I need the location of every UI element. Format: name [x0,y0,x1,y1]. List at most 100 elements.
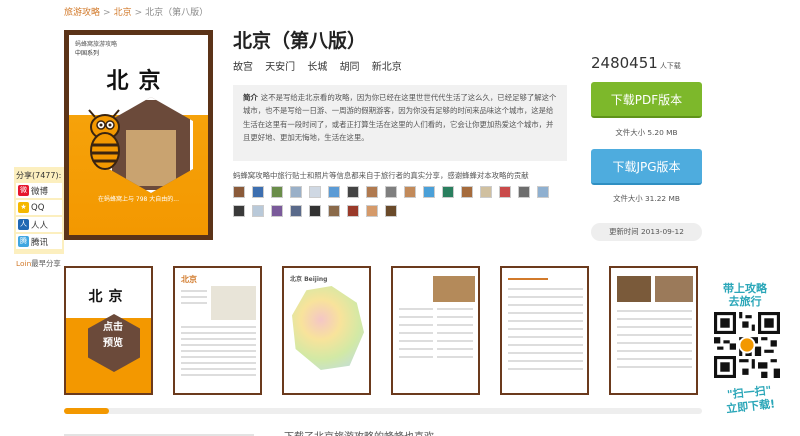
tag-item[interactable]: 新北京 [372,62,402,73]
preview-thumbnail[interactable] [391,266,480,395]
update-date-badge: 更新时间 2013-09-12 [591,223,702,241]
text-line [181,368,256,370]
avatar[interactable] [385,205,397,217]
text-line [399,356,433,358]
avatar[interactable] [271,186,283,198]
thumbnail-photo [655,276,693,302]
preview-thumbnail[interactable] [500,266,589,395]
text-line [399,324,433,326]
tag-item[interactable]: 长城 [307,62,327,73]
tag-item[interactable]: 胡同 [340,62,360,73]
share-weibo-button[interactable]: 微微博 [16,183,62,198]
avatar[interactable] [366,186,378,198]
avatar[interactable] [233,186,245,198]
avatar[interactable] [252,186,264,198]
avatar[interactable] [271,205,283,217]
share-title: 分享(7477): [16,171,62,180]
share-item-label: 微博 [31,186,49,197]
avatar[interactable] [309,205,321,217]
text-line [617,358,692,360]
share-panel: 分享(7477): 微微博 ★ QQ 人人人 腾腾讯 [14,167,64,254]
text-line [181,290,207,292]
download-count: 2480451 人下载 [591,54,681,72]
avatar[interactable] [442,186,454,198]
avatar[interactable] [404,186,416,198]
text-line [508,368,583,370]
text-line [508,336,583,338]
text-line [617,318,692,320]
summary-label: 简介 [243,93,258,102]
breadcrumb-separator: > [134,8,143,18]
avatar[interactable] [385,186,397,198]
avatar[interactable] [252,205,264,217]
text-line [617,342,692,344]
tag-item[interactable]: 故宫 [233,62,253,73]
avatar[interactable] [347,205,359,217]
qzone-icon: ★ [18,202,29,213]
text-line [181,362,256,364]
avatar[interactable] [366,205,378,217]
tag-item[interactable]: 天安门 [265,62,295,73]
text-line [617,366,692,368]
avatar[interactable] [290,205,302,217]
text-line [508,344,583,346]
avatar[interactable] [328,205,340,217]
avatar[interactable] [461,186,473,198]
text-line [437,348,473,350]
preview-thumbnail[interactable] [609,266,698,395]
thumbnail-photo [433,276,475,302]
share-renren-button[interactable]: 人人人 [16,217,62,232]
avatar[interactable] [309,186,321,198]
thumbnail-district-map [292,286,364,370]
preview-thumbnail[interactable]: 北京 [173,266,262,395]
preview-thumbnail[interactable]: 北京 Beijing [282,266,371,395]
qr-code-icon[interactable] [713,312,781,378]
breadcrumb-current: 北京（第八版） [145,8,209,18]
cover-series: 中国系列 [75,50,100,57]
avatar[interactable] [233,205,245,217]
download-count-unit: 人下载 [659,62,681,70]
scrollbar-thumb[interactable] [64,408,109,414]
thumbnail-cover-title: 北京 [88,289,129,305]
download-pdf-button[interactable]: 下载PDF版本 [591,82,702,118]
promo-line-1: 带上攻略 [723,282,767,295]
text-line [508,296,583,298]
book-cover[interactable]: 蚂蜂窝旅游攻略 中国系列 北京 在蚂蜂窝上与 798 大自由的... [64,30,213,240]
breadcrumb-travel-guides[interactable]: 旅游攻略 [64,8,100,18]
preview-thumbnail[interactable]: 北京 点击 预览 [64,266,153,395]
avatar[interactable] [347,186,359,198]
cover-tagline: 在蚂蜂窝上与 798 大自由的... [98,196,179,203]
breadcrumb: 旅游攻略 > 北京 > 北京（第八版） [64,5,208,18]
login-link[interactable]: Loin [16,259,31,268]
text-line [617,334,692,336]
avatar[interactable] [290,186,302,198]
pdf-file-size: 文件大小 5.20 MB [615,128,678,137]
thumbnail-photo [617,276,651,302]
download-jpg-button[interactable]: 下载JPG版本 [591,149,702,185]
text-line [181,350,256,352]
promo-heading: 带上攻略 去旅行 [710,282,780,308]
preview-label-line-1: 点击 [103,322,123,333]
avatar[interactable] [480,186,492,198]
share-tencent-button[interactable]: 腾腾讯 [16,234,62,249]
breadcrumb-beijing[interactable]: 北京 [114,8,132,18]
avatar[interactable] [328,186,340,198]
thumbnail-scrollbar[interactable] [64,408,702,414]
thumbnail-page-title: 北京 [181,275,197,284]
related-heading: 下载了北京旅游攻略的蜂蜂也喜欢 [284,428,434,436]
text-line [399,332,433,334]
cover-publisher: 蚂蜂窝旅游攻略 [75,41,118,48]
text-line [399,316,433,318]
avatar[interactable] [499,186,511,198]
text-line [437,356,473,358]
text-line [508,360,583,362]
thumbnail-page-title: 北京 Beijing [290,276,328,283]
click-preview-label[interactable]: 点击 预览 [93,320,133,352]
share-qq-button[interactable]: ★ QQ [16,200,62,215]
avatar[interactable] [423,186,435,198]
contributors-note: 蚂蜂窝攻略中旅行贴士和照片等信息都来自于旅行者的真实分享，感谢蜂蜂对本攻略的贡献 [233,171,529,180]
text-line [399,308,433,310]
text-line [437,316,473,318]
avatar[interactable] [537,186,549,198]
avatar[interactable] [518,186,530,198]
